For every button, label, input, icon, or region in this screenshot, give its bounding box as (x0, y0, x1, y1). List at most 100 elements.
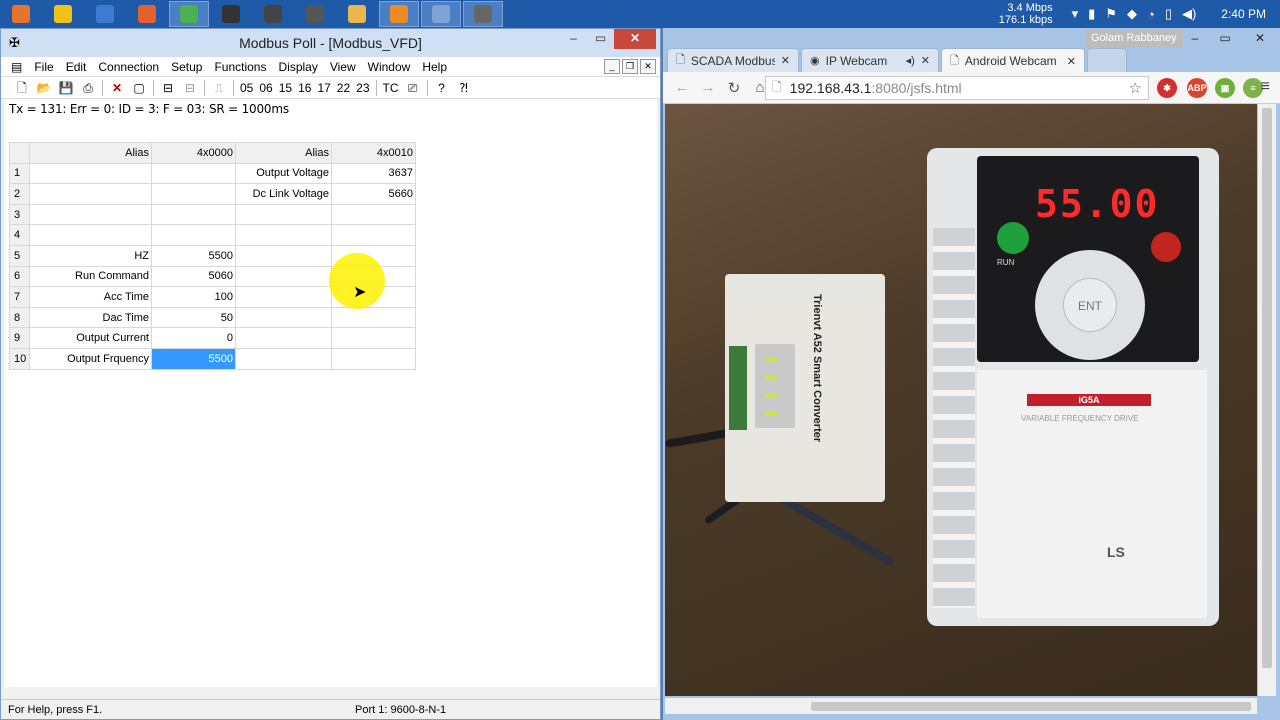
volume-icon[interactable]: ◀) (1182, 6, 1196, 22)
save-icon[interactable]: 💾 (55, 78, 77, 98)
reload-icon[interactable]: ↻ (721, 79, 747, 97)
document-icon[interactable]: ▤ (11, 60, 22, 74)
table-cell[interactable] (151, 203, 236, 226)
audio-icon[interactable]: ◂) (906, 54, 915, 67)
table-cell[interactable] (235, 327, 332, 349)
signal-icon[interactable]: ▮ (1088, 6, 1095, 22)
taskbar-button[interactable] (379, 1, 419, 27)
menu-item-edit[interactable]: Edit (60, 60, 93, 74)
security-icon[interactable]: ⚑ (1105, 6, 1117, 22)
row-number[interactable]: 7 (9, 286, 30, 308)
android-icon[interactable]: ▣ (1215, 78, 1235, 98)
taskbar-button[interactable] (463, 1, 503, 27)
taskbar-button[interactable] (295, 1, 335, 27)
table-cell[interactable]: Acc Time (29, 286, 152, 308)
star-icon[interactable]: ☆ (1129, 79, 1142, 97)
forward-icon[interactable]: → (695, 79, 721, 96)
window-icon[interactable]: ▢ (128, 78, 150, 98)
row-number[interactable]: 6 (9, 265, 30, 288)
column-header[interactable]: Alias (29, 142, 152, 164)
back-icon[interactable]: ← (669, 79, 695, 96)
lastpass-icon[interactable]: ✱ (1157, 78, 1177, 98)
menu-item-window[interactable]: Window (362, 60, 417, 74)
table-cell[interactable] (331, 347, 416, 370)
function-code-button[interactable]: 23 (353, 81, 372, 95)
minimize-icon[interactable]: – (1180, 28, 1210, 48)
table-cell[interactable] (29, 203, 152, 226)
close-icon[interactable]: ✕ (1240, 28, 1280, 48)
menu-icon[interactable]: ≡ (1261, 78, 1270, 96)
table-cell[interactable]: 5660 (331, 183, 416, 205)
context-help-icon[interactable]: ⁈ (453, 78, 475, 98)
taskbar-button[interactable] (337, 1, 377, 27)
print-icon[interactable]: ⎙ (77, 78, 99, 98)
monitor-icon[interactable]: ⎚ (402, 78, 424, 98)
help-icon[interactable]: ? (431, 78, 453, 98)
table-cell[interactable] (331, 203, 416, 226)
chevron-down-icon[interactable]: ▾ (1072, 6, 1079, 22)
function-code-button[interactable]: 15 (276, 81, 295, 95)
table-cell[interactable]: Dc Link Voltage (235, 183, 332, 205)
menu-item-display[interactable]: Display (272, 60, 323, 74)
function-code-button[interactable]: 16 (295, 81, 314, 95)
column-header[interactable]: 4x0000 (151, 142, 236, 164)
menu-item-setup[interactable]: Setup (165, 60, 208, 74)
table-cell[interactable] (235, 244, 332, 267)
table-cell[interactable] (235, 265, 332, 288)
shield-icon[interactable]: ◆ (1127, 6, 1137, 22)
table-cell[interactable]: 3637 (331, 162, 416, 185)
column-header[interactable]: 4x0010 (331, 142, 416, 164)
taskbar-button[interactable] (1, 1, 41, 27)
function-code-button[interactable]: 22 (334, 81, 353, 95)
tab-close-icon[interactable]: ✕ (1067, 55, 1076, 68)
menu-item-view[interactable]: View (324, 60, 362, 74)
taskbar-button[interactable] (421, 1, 461, 27)
browser-tab[interactable]: 🗋 Android Webcam ✕ (941, 48, 1085, 73)
browser-tab[interactable]: ◉ IP Webcam ◂) ✕ (801, 48, 939, 72)
table-cell[interactable]: Run Command (29, 265, 152, 288)
table-cell[interactable] (331, 224, 416, 246)
table-cell[interactable] (151, 162, 236, 185)
horizontal-scrollbar[interactable] (665, 698, 1257, 714)
table-cell[interactable]: Output Current (29, 327, 152, 349)
new-tab-button[interactable] (1087, 48, 1127, 72)
row-number[interactable]: 5 (9, 244, 30, 267)
table-cell[interactable] (235, 224, 332, 246)
new-icon[interactable]: 🗋 (11, 78, 33, 98)
minimize-icon[interactable]: – (560, 29, 587, 49)
table-cell[interactable]: 100 (151, 286, 236, 308)
row-number[interactable]: 2 (9, 183, 30, 205)
open-icon[interactable]: 📂 (33, 78, 55, 98)
taskbar-button[interactable] (85, 1, 125, 27)
doc-restore-icon[interactable]: ❐ (622, 59, 638, 74)
adblock-icon[interactable]: ABP (1187, 78, 1207, 98)
row-number[interactable]: 4 (9, 224, 30, 246)
menu-item-file[interactable]: File (28, 60, 59, 74)
wifi-icon[interactable]: ◔ (1147, 7, 1155, 22)
tab-close-icon[interactable]: ✕ (921, 54, 930, 67)
table-cell[interactable]: 5500 (151, 244, 236, 267)
row-number[interactable]: 1 (9, 162, 30, 185)
doc-close-icon[interactable]: ✕ (640, 59, 656, 74)
table-cell[interactable]: 50 (151, 306, 236, 329)
menu-item-help[interactable]: Help (416, 60, 453, 74)
maximize-icon[interactable]: ▭ (1210, 28, 1240, 48)
table-cell[interactable] (29, 183, 152, 205)
table-cell[interactable] (331, 327, 416, 349)
table-cell[interactable]: Dac Time (29, 306, 152, 329)
row-number[interactable]: 9 (9, 327, 30, 349)
title-bar[interactable]: ✠ Modbus Poll - [Modbus_VFD] – ▭ ✕ (1, 29, 660, 57)
pulse-icon[interactable]: ⎍ (208, 78, 230, 98)
function-code-button[interactable]: 17 (314, 81, 333, 95)
taskbar-button[interactable] (169, 1, 209, 27)
battery-icon[interactable]: ▯ (1165, 6, 1172, 22)
row-number[interactable]: 8 (9, 306, 30, 329)
profile-button[interactable]: Golam Rabbaney (1085, 30, 1183, 48)
table-cell[interactable] (29, 224, 152, 246)
delete-icon[interactable]: ✕ (106, 78, 128, 98)
table-cell[interactable] (235, 306, 332, 329)
taskbar-button[interactable] (211, 1, 251, 27)
table-cell[interactable] (151, 224, 236, 246)
function-code-button[interactable]: 05 (237, 81, 256, 95)
close-icon[interactable]: ✕ (614, 29, 656, 49)
